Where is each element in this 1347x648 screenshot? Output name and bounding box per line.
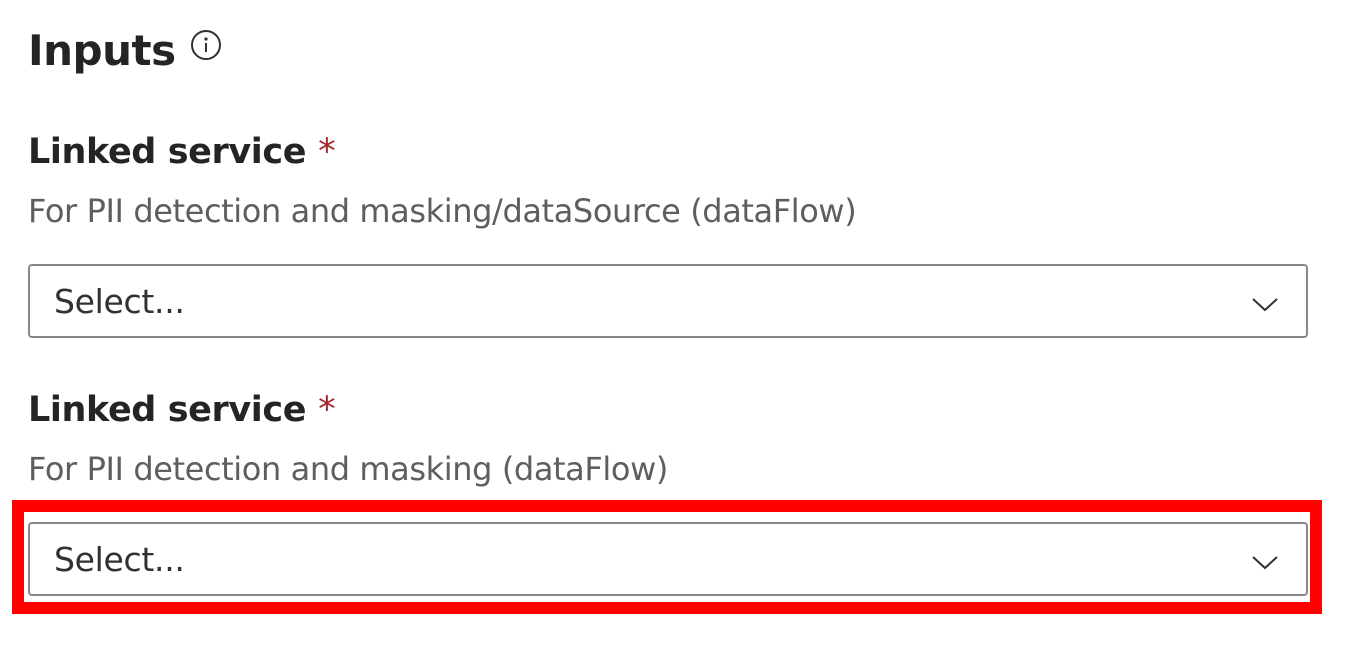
field-label-text: Linked service	[28, 132, 307, 172]
linked-service-description-1: For PII detection and masking/dataSource…	[28, 192, 857, 230]
dropdown-value: Select...	[54, 539, 185, 579]
field-label-text: Linked service	[28, 390, 307, 430]
chevron-down-icon	[1252, 298, 1278, 312]
section-title: Inputs	[28, 25, 176, 75]
linked-service-description-2: For PII detection and masking (dataFlow)	[28, 450, 668, 488]
linked-service-dropdown-1[interactable]: Select...	[28, 264, 1308, 338]
linked-service-label-1: Linked service *	[28, 132, 336, 172]
required-marker: *	[318, 132, 336, 172]
info-icon[interactable]	[190, 29, 222, 61]
required-marker: *	[318, 390, 336, 430]
linked-service-label-2: Linked service *	[28, 390, 336, 430]
section-header: Inputs	[28, 20, 222, 80]
dropdown-value: Select...	[54, 281, 185, 321]
linked-service-dropdown-2[interactable]: Select...	[28, 522, 1308, 596]
chevron-down-icon	[1252, 556, 1278, 570]
